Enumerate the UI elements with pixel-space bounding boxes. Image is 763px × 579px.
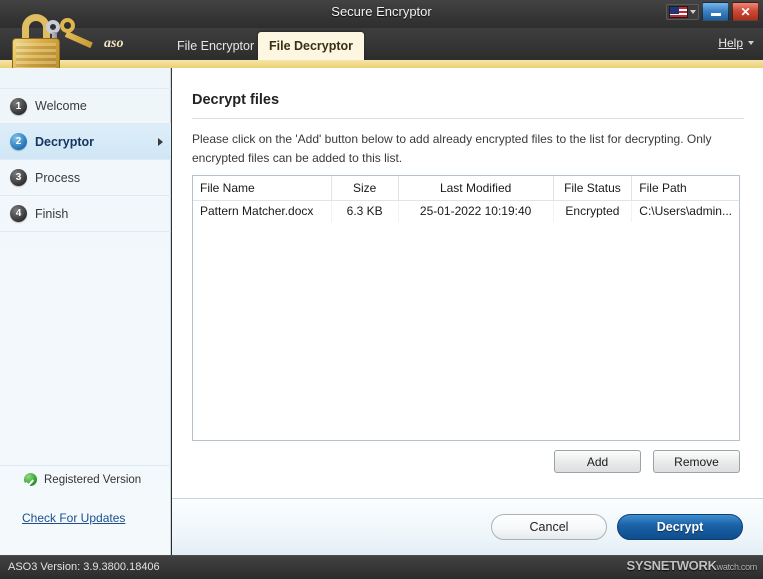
- sidebar-item-label: Welcome: [35, 99, 87, 113]
- language-selector[interactable]: [666, 3, 699, 20]
- sidebar-item-process[interactable]: 3 Process: [0, 160, 171, 196]
- green-check-icon: [24, 473, 37, 486]
- add-button[interactable]: Add: [554, 450, 641, 473]
- footer-bar: Cancel Decrypt: [172, 498, 763, 555]
- chevron-down-icon: [748, 41, 754, 45]
- help-menu[interactable]: Help: [718, 36, 754, 50]
- sidebar-item-finish[interactable]: 4 Finish: [0, 196, 171, 232]
- cell-file-path: C:\Users\admin...: [639, 204, 732, 219]
- wizard-step-list: 1 Welcome 2 Decryptor 3 Process 4 Finish: [0, 88, 171, 232]
- window-controls: ✕: [666, 2, 759, 21]
- brand-logo-text: aso: [104, 36, 124, 51]
- step-number-badge: 2: [10, 133, 27, 150]
- registration-status: Registered Version: [0, 465, 171, 493]
- cell-file-name: Pattern Matcher.docx: [193, 200, 332, 222]
- check-for-updates-link[interactable]: Check For Updates: [22, 511, 125, 525]
- table-row[interactable]: Pattern Matcher.docx 6.3 KB 25-01-2022 1…: [193, 200, 739, 222]
- cell-last-modified: 25-01-2022 10:19:40: [398, 200, 554, 222]
- close-button[interactable]: ✕: [732, 2, 759, 21]
- step-number-badge: 3: [10, 169, 27, 186]
- step-number-badge: 1: [10, 97, 27, 115]
- window-title: Secure Encryptor: [331, 4, 432, 19]
- sidebar-item-decryptor[interactable]: 2 Decryptor: [0, 124, 171, 160]
- column-header-file-path[interactable]: File Path: [631, 176, 739, 201]
- application-window: Secure Encryptor ✕ aso File Encryptor Fi…: [0, 0, 763, 579]
- sidebar: 1 Welcome 2 Decryptor 3 Process 4 Finish…: [0, 68, 171, 555]
- page-title: Decrypt files: [192, 92, 280, 108]
- sidebar-item-label: Decryptor: [35, 134, 95, 149]
- title-bar: Secure Encryptor ✕: [0, 0, 763, 28]
- watermark-subtext: watch.com: [716, 562, 758, 572]
- column-header-size[interactable]: Size: [331, 176, 399, 201]
- minimize-button[interactable]: [702, 2, 729, 21]
- watermark-logo: SYSNETWORKwatch.com: [627, 558, 758, 573]
- decrypt-button[interactable]: Decrypt: [617, 514, 743, 540]
- version-text: ASO3 Version: 3.9.3800.18406: [8, 561, 160, 573]
- sidebar-item-label: Process: [35, 170, 81, 185]
- watermark-text: SYSNETWORK: [626, 558, 717, 573]
- cell-size: 6.3 KB: [331, 200, 399, 222]
- cancel-button[interactable]: Cancel: [491, 514, 607, 540]
- us-flag-icon: [669, 5, 688, 18]
- step-number-badge: 4: [10, 205, 27, 222]
- list-action-buttons: Add Remove: [554, 450, 740, 473]
- file-list-table[interactable]: File Name Size Last Modified File Status…: [192, 175, 740, 441]
- registration-status-label: Registered Version: [44, 473, 142, 486]
- sidebar-item-label: Finish: [35, 206, 69, 221]
- tab-file-encryptor[interactable]: File Encryptor: [166, 32, 265, 60]
- column-header-file-status[interactable]: File Status: [553, 176, 633, 201]
- column-header-last-modified[interactable]: Last Modified: [398, 176, 554, 201]
- footer-actions: Cancel Decrypt: [491, 514, 743, 540]
- page-description: Please click on the 'Add' button below t…: [192, 132, 712, 165]
- tab-strip: aso File Encryptor File Decryptor Help: [0, 28, 763, 60]
- help-menu-label: Help: [718, 36, 743, 50]
- sidebar-item-welcome[interactable]: 1 Welcome: [0, 88, 171, 124]
- cell-file-status: Encrypted: [553, 200, 633, 222]
- remove-button[interactable]: Remove: [653, 450, 740, 473]
- title-divider: [192, 118, 744, 119]
- content-panel: Decrypt files Please click on the 'Add' …: [172, 68, 763, 498]
- status-bar: ASO3 Version: 3.9.3800.18406 SYSNETWORKw…: [0, 555, 763, 579]
- gold-accent-band: [0, 60, 763, 68]
- column-header-file-name[interactable]: File Name: [193, 176, 332, 201]
- close-icon: ✕: [740, 4, 751, 19]
- tab-file-decryptor[interactable]: File Decryptor: [258, 32, 365, 60]
- table-header-row: File Name Size Last Modified File Status…: [193, 176, 739, 201]
- chevron-down-icon: [690, 9, 696, 14]
- chevron-right-icon: [158, 137, 163, 146]
